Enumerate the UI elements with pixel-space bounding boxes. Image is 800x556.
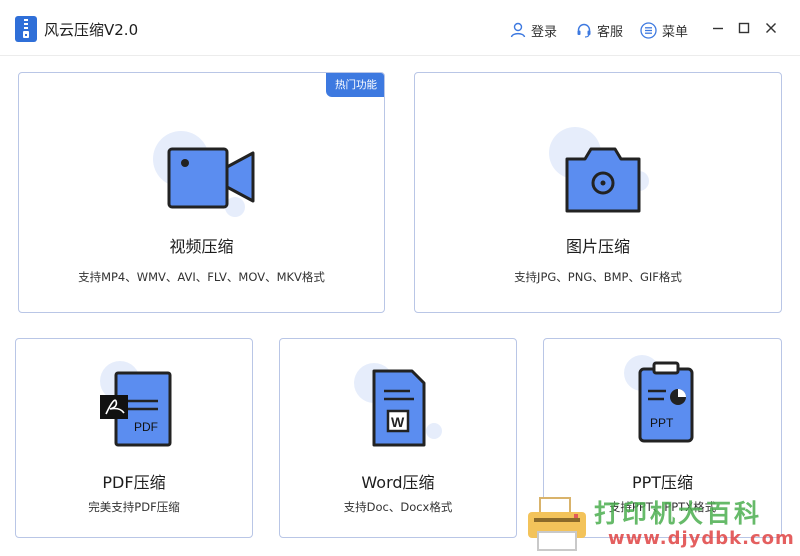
maximize-icon xyxy=(738,22,750,34)
close-icon xyxy=(766,23,776,33)
customer-service-button[interactable]: 客服 xyxy=(576,20,623,40)
word-compress-desc: 支持Doc、Docx格式 xyxy=(343,500,453,514)
video-compress-desc: 支持MP4、WMV、AVI、FLV、MOV、MKV格式 xyxy=(78,270,325,284)
word-compress-title: Word压缩 xyxy=(361,473,435,492)
service-label: 客服 xyxy=(597,24,624,40)
pdf-compress-title: PDF压缩 xyxy=(102,473,166,492)
printer-logo-icon xyxy=(528,497,586,551)
image-compress-desc: 支持JPG、PNG、BMP、GIF格式 xyxy=(514,270,682,284)
image-compress-card[interactable]: 图片压缩 支持JPG、PNG、BMP、GIF格式 xyxy=(414,72,782,313)
video-compress-card[interactable]: 热门功能 视频压缩 支持MP4、WMV、AVI、FLV、MOV、MKV格式 xyxy=(18,72,385,313)
minimize-icon xyxy=(713,27,723,30)
word-icon-text: W xyxy=(391,414,405,430)
ppt-icon-text: PPT xyxy=(650,416,674,430)
pdf-icon-text: PDF xyxy=(134,420,158,434)
pdf-compress-card[interactable]: PDF PDF压缩 完美支持PDF压缩 xyxy=(15,338,253,538)
login-button[interactable]: 登录 xyxy=(510,20,557,40)
menu-icon xyxy=(640,21,657,39)
minimize-button[interactable] xyxy=(709,19,727,37)
video-compress-title: 视频压缩 xyxy=(169,237,234,256)
watermark: 打印机大百科 www.djydbk.com xyxy=(520,490,800,556)
image-compress-title: 图片压缩 xyxy=(565,237,630,256)
login-label: 登录 xyxy=(531,24,558,40)
pdf-compress-desc: 完美支持PDF压缩 xyxy=(88,500,180,514)
ppt-clipboard-icon: PPT xyxy=(624,355,694,443)
photo-camera-icon xyxy=(549,127,649,213)
video-camera-icon xyxy=(153,131,255,217)
close-button[interactable] xyxy=(762,19,780,37)
headset-icon xyxy=(577,23,591,38)
user-icon xyxy=(510,22,526,38)
hot-feature-badge: 热门功能 xyxy=(326,73,384,97)
app-logo-icon xyxy=(15,16,37,42)
app-title: 风云压缩V2.0 xyxy=(44,21,139,39)
word-compress-card[interactable]: W Word压缩 支持Doc、Docx格式 xyxy=(279,338,517,538)
menu-button[interactable]: 菜单 xyxy=(640,20,688,40)
menu-label: 菜单 xyxy=(662,24,689,40)
pdf-file-icon: PDF xyxy=(100,361,172,447)
word-file-icon: W xyxy=(354,363,442,447)
watermark-url: www.djydbk.com xyxy=(608,528,795,549)
maximize-button[interactable] xyxy=(735,19,753,37)
watermark-text: 打印机大百科 xyxy=(594,499,763,528)
title-bar: 风云压缩V2.0 登录 客服 菜单 xyxy=(0,0,800,56)
